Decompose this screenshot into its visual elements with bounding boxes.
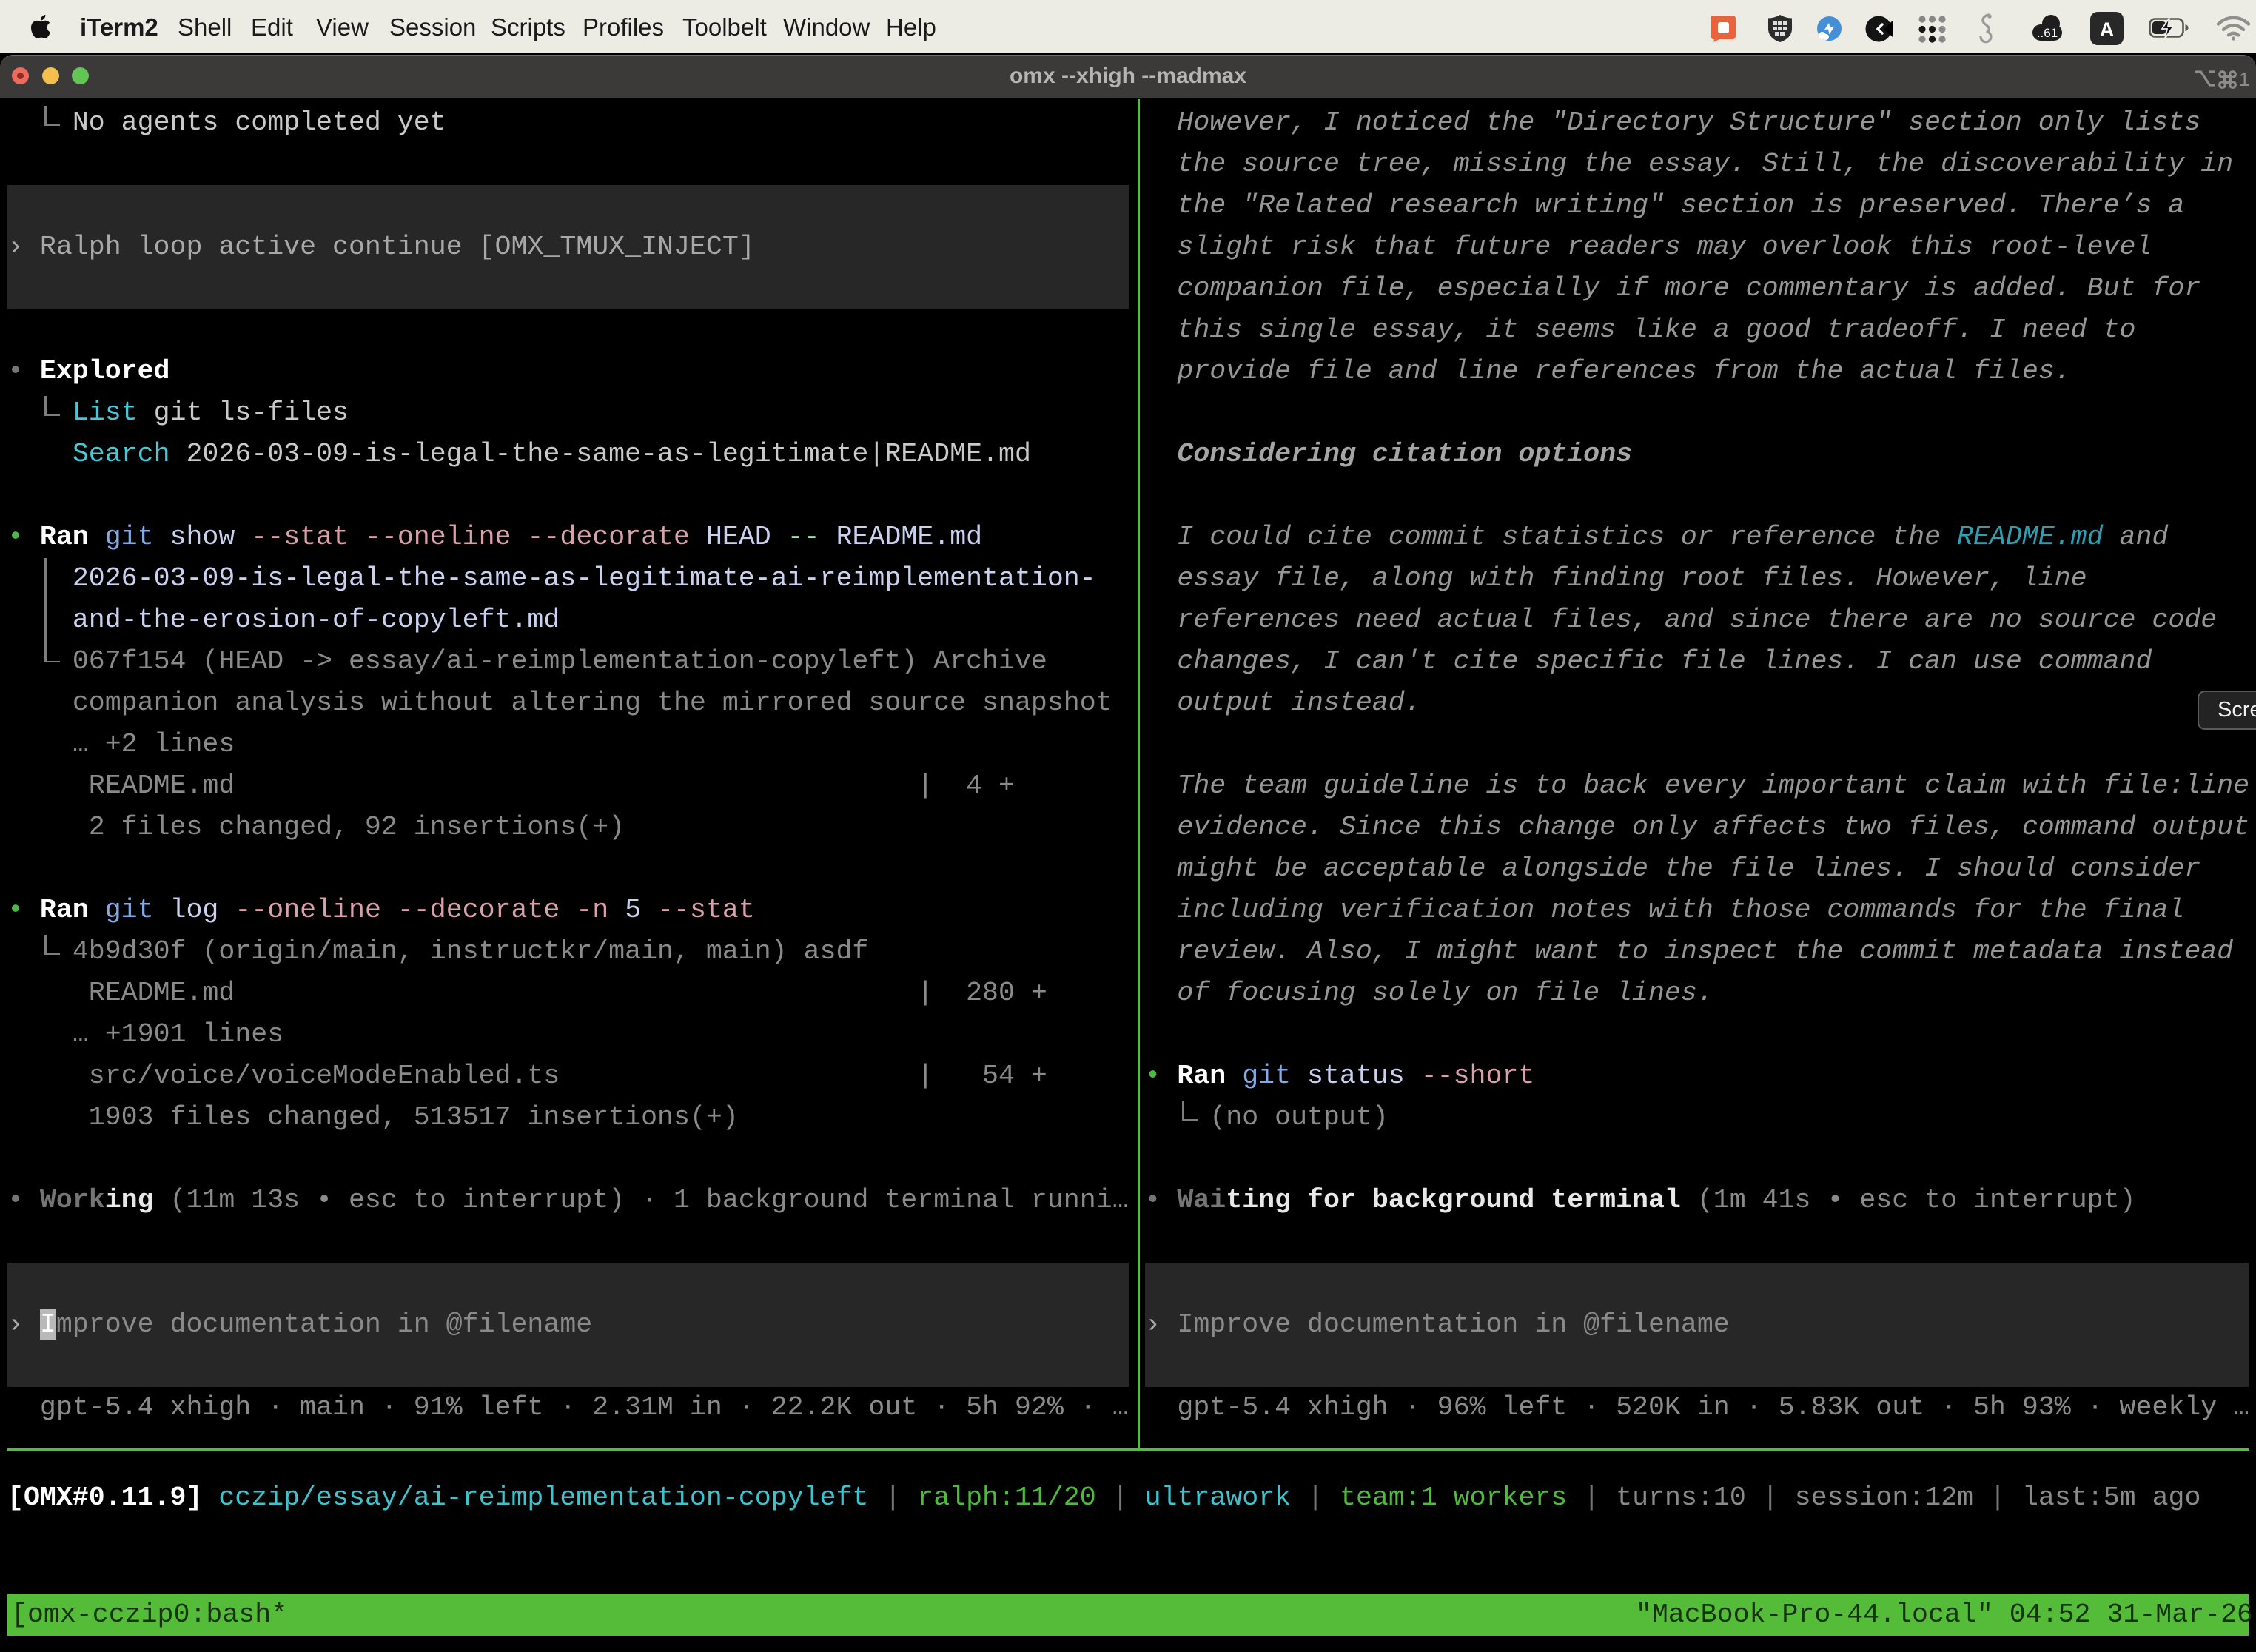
svg-text:1: 1 [2239, 68, 2249, 90]
svg-text:A: A [2100, 19, 2115, 41]
svg-text:..61: ..61 [2037, 26, 2058, 40]
